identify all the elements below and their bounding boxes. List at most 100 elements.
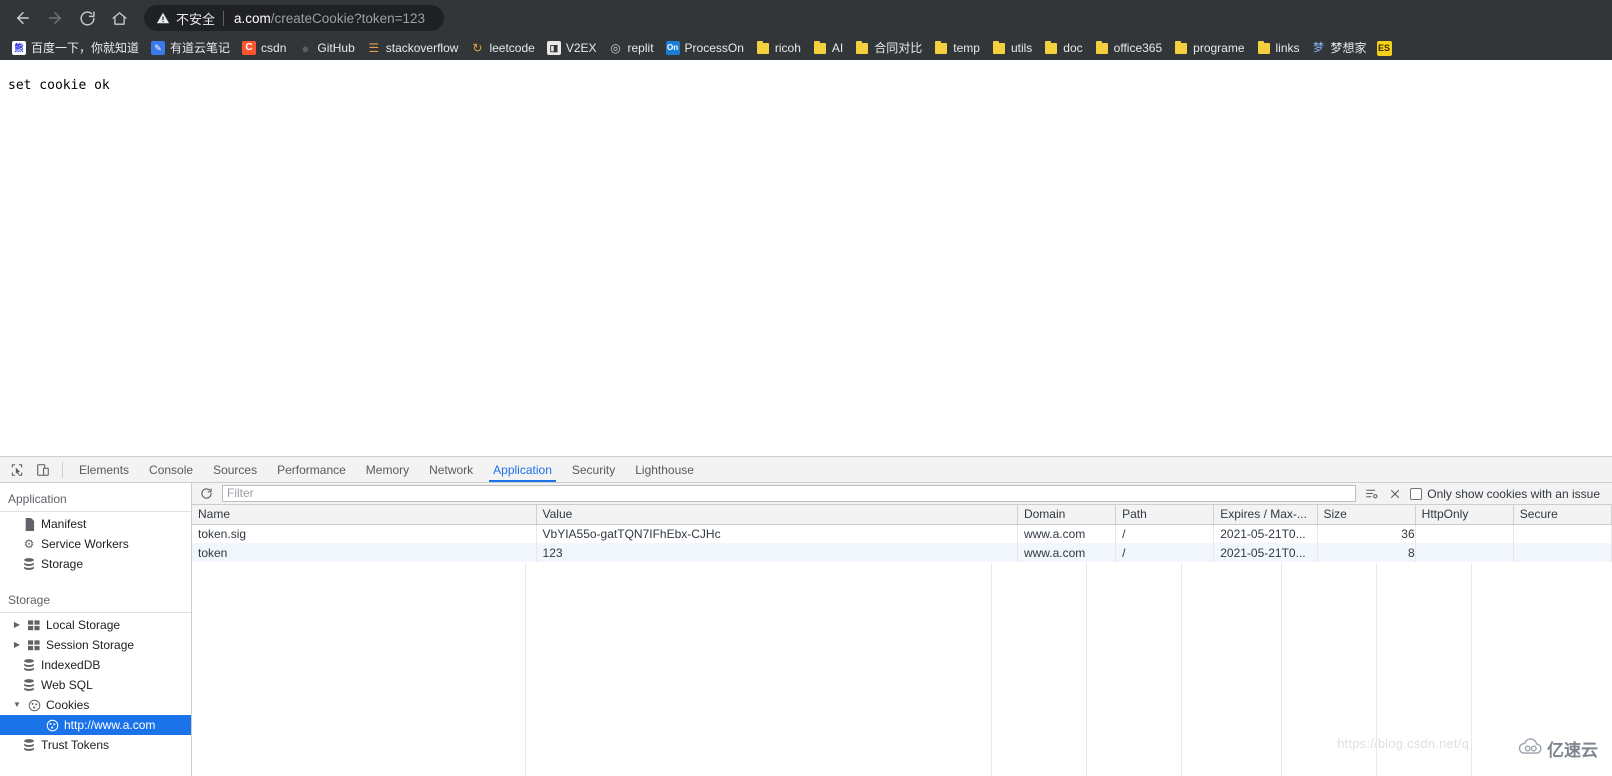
address-bar[interactable]: 不安全 a.com/createCookie?token=123: [144, 5, 444, 31]
sidebar-item-local-storage[interactable]: ▶ Local Storage: [0, 615, 191, 635]
twisty-icon[interactable]: ▶: [12, 620, 22, 630]
sidebar-item-service-workers[interactable]: ⚙ Service Workers: [0, 534, 191, 554]
grid-line: [1181, 563, 1182, 776]
tab-sources[interactable]: Sources: [203, 457, 267, 482]
youdao-icon: ✎: [151, 41, 166, 55]
column-header-secure[interactable]: Secure: [1513, 505, 1612, 525]
column-header-value[interactable]: Value: [536, 505, 1018, 525]
tab-network[interactable]: Network: [419, 457, 483, 482]
sidebar-item-http-www-a-com[interactable]: http://www.a.com: [0, 715, 191, 735]
forward-button[interactable]: [40, 3, 70, 33]
twisty-icon[interactable]: ▶: [12, 640, 22, 650]
bookmark-label: V2EX: [565, 41, 597, 55]
column-header-expires-max[interactable]: Expires / Max-...: [1213, 505, 1318, 525]
reload-button[interactable]: [72, 3, 102, 33]
bookmark-item[interactable]: 梦梦想家: [1306, 38, 1373, 58]
table-row[interactable]: token 123 www.a.com/2021-05-21T0... 8: [192, 543, 1612, 562]
bookmark-item[interactable]: doc: [1038, 38, 1088, 58]
tab-elements[interactable]: Elements: [69, 457, 139, 482]
bookmark-item[interactable]: AI: [807, 38, 849, 58]
cookie-table-container[interactable]: Name Value Domain Path Expires / Max-... Size…: [192, 505, 1612, 776]
tab-application[interactable]: Application: [483, 457, 562, 482]
bookmark-overflow-es[interactable]: ES: [1376, 40, 1392, 56]
filter-options-icon[interactable]: [1362, 485, 1380, 503]
sidebar-item-cookies[interactable]: ▼ Cookies: [0, 695, 191, 715]
sidebar-item-label: IndexedDB: [41, 658, 101, 672]
navigation-bar: 不安全 a.com/createCookie?token=123: [0, 0, 1612, 36]
bookmark-label: GitHub: [317, 41, 355, 55]
home-button[interactable]: [104, 3, 134, 33]
manifest-file-icon: [22, 517, 36, 531]
devtools-body: Application Manifest ⚙ Service Workers Stor…: [0, 483, 1612, 776]
back-button[interactable]: [8, 3, 38, 33]
bookmark-item[interactable]: ✎ 有道云笔记: [145, 38, 236, 58]
bookmark-item[interactable]: 合同对比: [849, 38, 928, 58]
bookmark-label: ricoh: [774, 41, 801, 55]
csdn-icon: C: [242, 41, 257, 55]
sidebar-item-label: http://www.a.com: [64, 718, 156, 732]
warning-triangle-icon: [156, 11, 170, 25]
tab-security[interactable]: Security: [562, 457, 625, 482]
sidebar-item-session-storage[interactable]: ▶ Session Storage: [0, 635, 191, 655]
device-toggle-icon[interactable]: [30, 458, 56, 482]
grid-line: [1281, 563, 1282, 776]
bookmark-item[interactable]: ☰ stackoverflow: [361, 38, 465, 58]
column-header-httponly[interactable]: HttpOnly: [1415, 505, 1514, 525]
clear-x-icon[interactable]: [1386, 485, 1404, 503]
bookmark-item[interactable]: ◨ V2EX: [541, 38, 603, 58]
sidebar-item-web-sql[interactable]: Web SQL: [0, 675, 191, 695]
sidebar-item-label: Storage: [41, 557, 84, 571]
page-body-text: set cookie ok: [8, 78, 110, 93]
cell-path: /: [1115, 524, 1215, 543]
tab-performance[interactable]: Performance: [267, 457, 356, 482]
bookmark-item[interactable]: links: [1251, 38, 1306, 58]
bookmark-label: programe: [1193, 41, 1245, 55]
sidebar-item-trust-tokens[interactable]: Trust Tokens: [0, 735, 191, 755]
tab-console[interactable]: Console: [139, 457, 203, 482]
cookie-table: Name Value Domain Path Expires / Max-... Size…: [192, 505, 1612, 562]
github-icon: ●: [301, 41, 310, 55]
column-header-path[interactable]: Path: [1115, 505, 1215, 525]
baidu-icon: 熊: [12, 41, 26, 55]
url-host: a.com: [234, 10, 271, 26]
bookmark-item[interactable]: utils: [986, 38, 1038, 58]
sidebar-application-items: Manifest ⚙ Service Workers Storage: [0, 514, 191, 574]
cell-expires: 2021-05-21T0...: [1213, 543, 1318, 562]
bookmark-item[interactable]: ● GitHub: [292, 38, 360, 58]
refresh-icon[interactable]: [196, 484, 216, 504]
column-header-name[interactable]: Name: [192, 505, 537, 525]
sidebar-item-manifest[interactable]: Manifest: [0, 514, 191, 534]
bookmark-item[interactable]: ◎ replit: [603, 38, 660, 58]
cell-name: token: [192, 543, 537, 562]
bookmark-item[interactable]: 熊百度一下，你就知道: [6, 38, 145, 58]
table-row[interactable]: token.sig VbYIA55o-gatTQN7IFhEbx-CJHc www.…: [192, 524, 1612, 543]
sidebar-item-label: Service Workers: [41, 537, 129, 551]
bookmark-item[interactable]: programe: [1168, 38, 1250, 58]
cookie-filter-input[interactable]: Filter: [222, 485, 1357, 502]
inspect-element-icon[interactable]: [4, 458, 30, 482]
grid-line: [1086, 563, 1087, 776]
cell-domain: www.a.com: [1017, 524, 1117, 543]
devtools-sidebar: Application Manifest ⚙ Service Workers Stor…: [0, 483, 192, 776]
sidebar-item-storage[interactable]: Storage: [0, 554, 191, 574]
bookmark-label: temp: [953, 41, 980, 55]
sidebar-item-indexeddb[interactable]: IndexedDB: [0, 655, 191, 675]
column-header-domain[interactable]: Domain: [1017, 505, 1117, 525]
cookie-table-body: token.sig VbYIA55o-gatTQN7IFhEbx-CJHc www.…: [192, 524, 1612, 562]
only-show-issue-cookies-toggle[interactable]: Only show cookies with an issue: [1410, 487, 1608, 501]
toolbar-divider: [62, 461, 63, 478]
twisty-icon[interactable]: ▼: [12, 700, 22, 710]
bookmark-item[interactable]: temp: [928, 38, 986, 58]
issue-checkbox[interactable]: [1410, 487, 1423, 500]
bookmark-item[interactable]: Ccsdn: [236, 38, 292, 58]
processon-icon: On: [665, 41, 680, 55]
tab-lighthouse[interactable]: Lighthouse: [625, 457, 704, 482]
bookmark-item[interactable]: office365: [1089, 38, 1169, 58]
bookmark-item[interactable]: ↻ leetcode: [464, 38, 540, 58]
bookmark-label: utils: [1010, 41, 1033, 55]
bookmark-item[interactable]: On ProcessOn: [660, 38, 750, 58]
column-header-size[interactable]: Size: [1317, 505, 1416, 525]
gear-icon: ⚙: [23, 537, 35, 551]
tab-memory[interactable]: Memory: [356, 457, 419, 482]
bookmark-item[interactable]: ricoh: [750, 38, 807, 58]
